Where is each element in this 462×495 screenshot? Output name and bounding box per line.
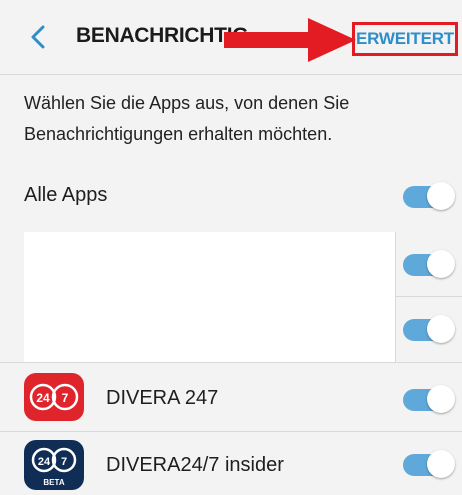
all-apps-label: Alle Apps: [24, 184, 108, 206]
divider: [0, 74, 462, 75]
svg-text:24: 24: [38, 456, 51, 468]
app-bar: BENACHRICHTIG ERWEITERT: [0, 0, 462, 74]
description-text: Wählen Sie die Apps aus, von denen Sie B…: [24, 93, 350, 144]
all-apps-row[interactable]: Alle Apps: [0, 170, 462, 224]
divera-insider-app-icon: 24 7 BETA: [24, 440, 84, 490]
toggle-knob: [427, 315, 455, 343]
advanced-button[interactable]: ERWEITERT: [352, 22, 458, 56]
svg-text:7: 7: [61, 456, 67, 468]
divider: [395, 232, 396, 362]
app-toggle-divera-247[interactable]: [403, 385, 455, 414]
all-apps-toggle[interactable]: [403, 182, 455, 211]
toggle-knob: [427, 450, 455, 478]
toggle-knob: [427, 385, 455, 413]
beta-badge: BETA: [43, 478, 64, 487]
svg-text:24: 24: [36, 391, 50, 405]
app-name: DIVERA 247: [106, 387, 219, 409]
toggle-knob: [427, 250, 455, 278]
toggle-knob: [427, 182, 455, 210]
app-name: DIVERA24/7 insider: [106, 454, 284, 476]
app-row-divera-insider[interactable]: 24 7 BETA DIVERA24/7 insider: [0, 432, 462, 495]
divera-247-app-icon: 24 7: [24, 373, 84, 421]
red-arrow-annotation: [224, 18, 356, 62]
page-title: BENACHRICHTIG: [76, 24, 249, 47]
hidden-app-rows: [24, 232, 396, 362]
svg-text:7: 7: [62, 391, 69, 405]
app-row-divera-247[interactable]: 24 7 DIVERA 247: [0, 363, 462, 431]
back-button[interactable]: [26, 22, 52, 52]
hidden-app-toggle-2[interactable]: [403, 315, 455, 344]
app-toggle-divera-insider[interactable]: [403, 450, 455, 479]
hidden-app-toggle-1[interactable]: [403, 250, 455, 279]
divider: [396, 296, 462, 297]
chevron-left-icon: [31, 25, 45, 49]
